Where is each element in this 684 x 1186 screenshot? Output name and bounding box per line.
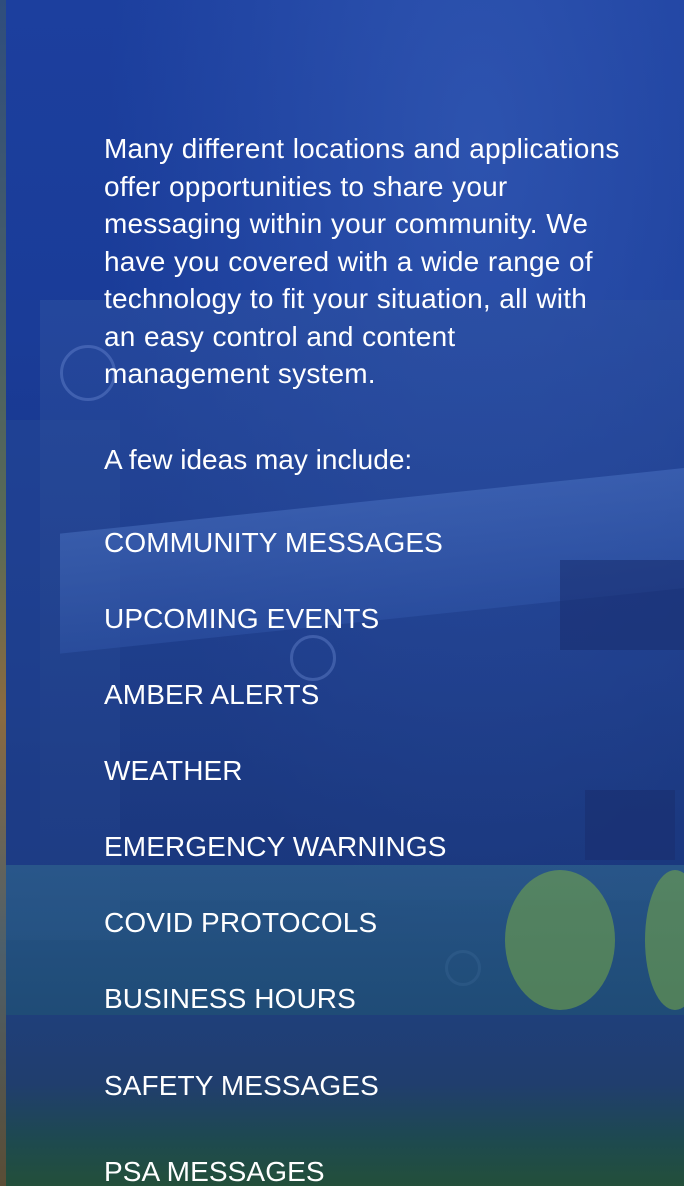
idea-item: SAFETY MESSAGES	[104, 1070, 379, 1101]
background-edge	[0, 0, 6, 1186]
background-green-shape	[505, 870, 615, 1010]
idea-item: COVID PROTOCOLS	[104, 907, 378, 938]
idea-item: UPCOMING EVENTS	[104, 603, 380, 634]
idea-item: EMERGENCY WARNINGS	[104, 831, 447, 862]
background-window	[560, 560, 684, 650]
ideas-lead-text: A few ideas may include:	[104, 443, 413, 475]
idea-item: WEATHER	[104, 755, 243, 786]
idea-item: PSA MESSAGES	[104, 1156, 325, 1186]
idea-item: COMMUNITY MESSAGES	[104, 527, 443, 558]
background-window	[585, 790, 675, 860]
idea-item: BUSINESS HOURS	[104, 983, 356, 1014]
intro-paragraph: Many different locations and application…	[104, 133, 620, 389]
background-swirl-logo	[290, 635, 336, 681]
idea-item: AMBER ALERTS	[104, 679, 320, 710]
content-section: Many different locations and application…	[104, 130, 624, 479]
